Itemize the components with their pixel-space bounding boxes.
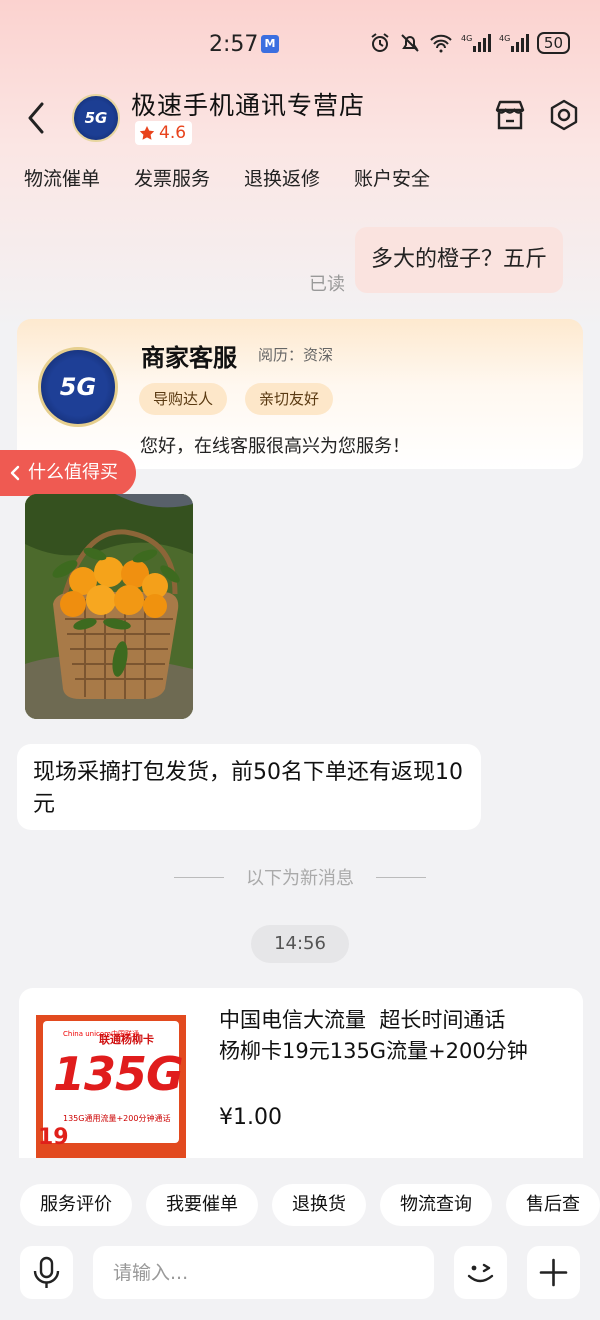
agent-tag: 导购达人 — [139, 383, 228, 415]
signal-4g-icon: 4G — [461, 34, 491, 52]
worth-buy-tab[interactable]: 什么值得买 — [0, 450, 136, 496]
nav-return-repair[interactable]: 退换返修 — [244, 164, 320, 191]
notification-badge-icon: M — [261, 35, 279, 53]
alarm-icon — [371, 33, 389, 52]
product-title[interactable]: 中国电信大流量 超长时间通话 杨柳卡19元135G流量+200分钟 — [219, 1005, 559, 1067]
nav-invoice-service[interactable]: 发票服务 — [134, 164, 210, 191]
orange-basket-photo[interactable] — [25, 494, 193, 719]
chip-after-sales[interactable]: 售后查 — [506, 1184, 600, 1226]
status-bar: 2:57 M 4G 4G 50 — [0, 28, 600, 62]
new-messages-label: 以下为新消息 — [246, 868, 354, 889]
rating-value: 4.6 — [159, 123, 187, 143]
chip-service-review[interactable]: 服务评价 — [20, 1184, 132, 1226]
agent-avatar: 5G — [38, 347, 118, 427]
message-timestamp: 14:56 — [251, 925, 349, 963]
quick-nav: 物流催单 发票服务 退换返修 账户安全 — [24, 164, 430, 191]
voice-button[interactable] — [20, 1246, 73, 1299]
product-price: ¥1.00 — [219, 1105, 282, 1130]
signal-4g-icon-2: 4G — [499, 34, 529, 52]
product-image-big-text: 135G — [53, 1047, 184, 1101]
svg-text:4G: 4G — [499, 34, 510, 43]
store-icon[interactable] — [493, 98, 527, 132]
emoji-button[interactable] — [454, 1246, 507, 1299]
message-input[interactable] — [93, 1246, 434, 1299]
more-button[interactable] — [527, 1246, 580, 1299]
agent-tag: 亲切友好 — [245, 383, 334, 415]
read-status: 已读 — [309, 274, 345, 295]
mute-bell-icon — [401, 34, 419, 52]
chevron-left-icon — [10, 465, 20, 481]
quick-reply-chips: 服务评价 我要催单 退换货 物流查询 售后查 — [20, 1184, 600, 1226]
agent-greeting: 您好，在线客服很高兴为您服务！ — [140, 436, 410, 457]
user-message-bubble[interactable]: 多大的橙子？五斤 — [355, 227, 564, 293]
wifi-icon — [430, 34, 452, 53]
wink-emoji-icon — [467, 1263, 494, 1283]
input-row — [0, 1246, 600, 1302]
nav-logistics-urge[interactable]: 物流催单 — [24, 164, 100, 191]
product-image-sub-text: 135G通用流量+200分钟通话 — [63, 1114, 171, 1123]
chip-urge-order[interactable]: 我要催单 — [146, 1184, 258, 1226]
product-image-price-badge: 19 — [38, 1125, 69, 1150]
orange-basket-illustration — [25, 494, 193, 719]
svg-text:4G: 4G — [461, 34, 472, 43]
microphone-icon — [33, 1256, 60, 1288]
divider-line — [376, 876, 426, 878]
settings-icon[interactable] — [547, 98, 581, 132]
chip-logistics-query[interactable]: 物流查询 — [380, 1184, 492, 1226]
bottom-input-area: 服务评价 我要催单 退换货 物流查询 售后查 — [0, 1158, 600, 1320]
nav-account-security[interactable]: 账户安全 — [354, 164, 430, 191]
shop-avatar[interactable]: 5G — [72, 94, 120, 142]
agent-title: 商家客服 — [141, 344, 237, 372]
product-image[interactable]: China unicom中国联通 联通杨柳卡 135G 135G通用流量+200… — [36, 1015, 186, 1163]
star-icon — [139, 126, 155, 140]
product-image-card-name: 联通杨柳卡 — [99, 1033, 154, 1046]
status-time: 2:57 — [209, 32, 259, 57]
chat-header: 5G 极速手机通讯专营店 4.6 — [0, 80, 600, 150]
agent-card: 5G 商家客服 阅历：资深 导购达人 亲切友好 您好，在线客服很高兴为您服务！ — [17, 319, 583, 469]
product-card[interactable]: China unicom中国联通 联通杨柳卡 135G 135G通用流量+200… — [19, 988, 583, 1163]
status-icons: 4G 4G 50 — [369, 32, 570, 54]
shop-rating: 4.6 — [135, 121, 193, 145]
chip-return-exchange[interactable]: 退换货 — [272, 1184, 366, 1226]
agent-experience: 阅历：资深 — [258, 346, 334, 364]
back-icon[interactable] — [22, 98, 52, 138]
new-messages-divider: 以下为新消息 — [174, 866, 426, 889]
battery-indicator: 50 — [536, 32, 570, 54]
divider-line — [174, 876, 224, 878]
shop-name[interactable]: 极速手机通讯专营店 — [131, 86, 365, 122]
worth-buy-label: 什么值得买 — [28, 462, 118, 483]
plus-icon — [539, 1258, 568, 1287]
agent-text-bubble[interactable]: 现场采摘打包发货，前50名下单还有返现10元 — [17, 744, 481, 830]
